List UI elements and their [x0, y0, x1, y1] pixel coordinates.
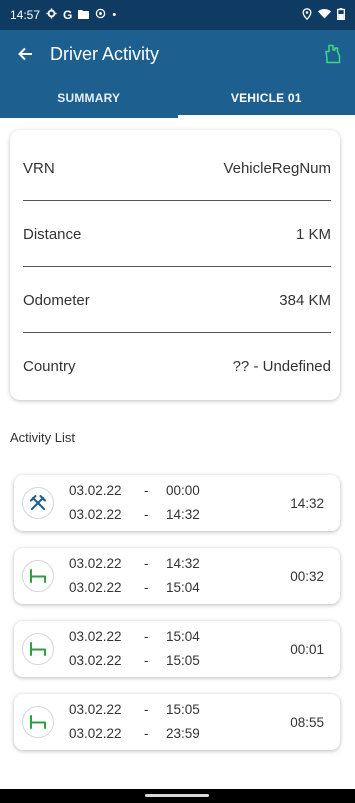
separator: -: [144, 507, 149, 522]
crossed-hammers-work-icon: [22, 487, 54, 519]
start-date: 03.02.22: [69, 702, 122, 717]
gear-icon: [46, 8, 57, 22]
page-title: Driver Activity: [50, 43, 160, 64]
back-button[interactable]: [0, 46, 50, 62]
separator: -: [144, 556, 149, 571]
end-time: 14:32: [166, 507, 200, 522]
google-g-icon: G: [63, 8, 73, 22]
separator: -: [144, 580, 149, 595]
activity-duration: 08:55: [290, 714, 324, 730]
system-nav-bar: [0, 789, 355, 803]
info-label: Distance: [23, 225, 82, 243]
start-time: 15:05: [166, 702, 200, 717]
arrow-back-icon: [18, 47, 32, 61]
activity-duration: 14:32: [290, 495, 324, 511]
tab-summary[interactable]: SUMMARY: [0, 78, 178, 118]
start-date: 03.02.22: [69, 483, 122, 498]
end-date: 03.02.22: [69, 507, 122, 522]
activity-times: 03.02.22 - 15:05 03.02.22 - 23:59: [69, 698, 200, 746]
wifi-icon: [318, 8, 331, 22]
activity-item[interactable]: 03.02.22 - 15:04 03.02.22 - 15:05 00:01: [14, 621, 340, 677]
end-time: 15:04: [166, 580, 200, 595]
tab-bar: SUMMARY VEHICLE 01: [0, 78, 355, 118]
folder-icon: [78, 9, 90, 22]
activity-item[interactable]: 03.02.22 - 14:32 03.02.22 - 15:04 00:32: [14, 548, 340, 604]
info-value: ?? - Undefined: [232, 357, 331, 375]
separator: -: [144, 629, 149, 644]
info-row-vrn: VRN VehicleRegNum: [23, 135, 331, 201]
info-label: VRN: [23, 159, 55, 177]
status-time: 14:57: [10, 8, 41, 22]
info-label: Country: [23, 357, 76, 375]
start-date: 03.02.22: [69, 556, 122, 571]
gloves-button[interactable]: [311, 44, 355, 64]
bed-rest-icon: [22, 706, 54, 738]
info-row-country: Country ?? - Undefined: [23, 333, 331, 399]
activity-times: 03.02.22 - 15:04 03.02.22 - 15:05: [69, 625, 200, 673]
status-bar: 14:57 G •: [0, 0, 355, 30]
end-time: 15:05: [166, 653, 200, 668]
start-time: 15:04: [166, 629, 200, 644]
start-date: 03.02.22: [69, 629, 122, 644]
activity-times: 03.02.22 - 14:32 03.02.22 - 15:04: [69, 552, 200, 600]
end-date: 03.02.22: [69, 726, 122, 741]
separator: -: [144, 702, 149, 717]
end-date: 03.02.22: [69, 580, 122, 595]
activity-times: 03.02.22 - 00:00 03.02.22 - 14:32: [69, 479, 200, 527]
separator: -: [144, 726, 149, 741]
status-right: [302, 7, 345, 23]
dot-icon: •: [112, 8, 117, 21]
activity-item[interactable]: 03.02.22 - 15:05 03.02.22 - 23:59 08:55: [14, 694, 340, 750]
status-left: 14:57 G •: [10, 8, 116, 22]
info-value: VehicleRegNum: [223, 159, 331, 177]
info-row-distance: Distance 1 KM: [23, 201, 331, 267]
settings-icon: [95, 8, 106, 22]
vehicle-info-card: VRN VehicleRegNum Distance 1 KM Odometer…: [10, 130, 340, 400]
bed-rest-icon: [22, 633, 54, 665]
battery-icon: [337, 7, 345, 23]
tab-vehicle-01[interactable]: VEHICLE 01: [177, 78, 355, 118]
info-value: 384 KM: [279, 291, 331, 309]
end-date: 03.02.22: [69, 653, 122, 668]
start-time: 00:00: [166, 483, 200, 498]
info-row-odometer: Odometer 384 KM: [23, 267, 331, 333]
separator: -: [144, 483, 149, 498]
start-time: 14:32: [166, 556, 200, 571]
info-label: Odometer: [23, 291, 90, 309]
home-gesture-handle[interactable]: [145, 794, 209, 797]
bed-rest-icon: [22, 560, 54, 592]
activity-item[interactable]: 03.02.22 - 00:00 03.02.22 - 14:32 14:32: [14, 475, 340, 531]
app-bar: Driver Activity: [0, 30, 355, 78]
activity-duration: 00:01: [290, 641, 324, 657]
info-value: 1 KM: [295, 225, 331, 243]
location-icon: [302, 7, 312, 23]
gloves-icon: [325, 44, 341, 64]
separator: -: [144, 653, 149, 668]
activity-list-title: Activity List: [10, 430, 76, 445]
end-time: 23:59: [166, 726, 200, 741]
activity-duration: 00:32: [290, 568, 324, 584]
